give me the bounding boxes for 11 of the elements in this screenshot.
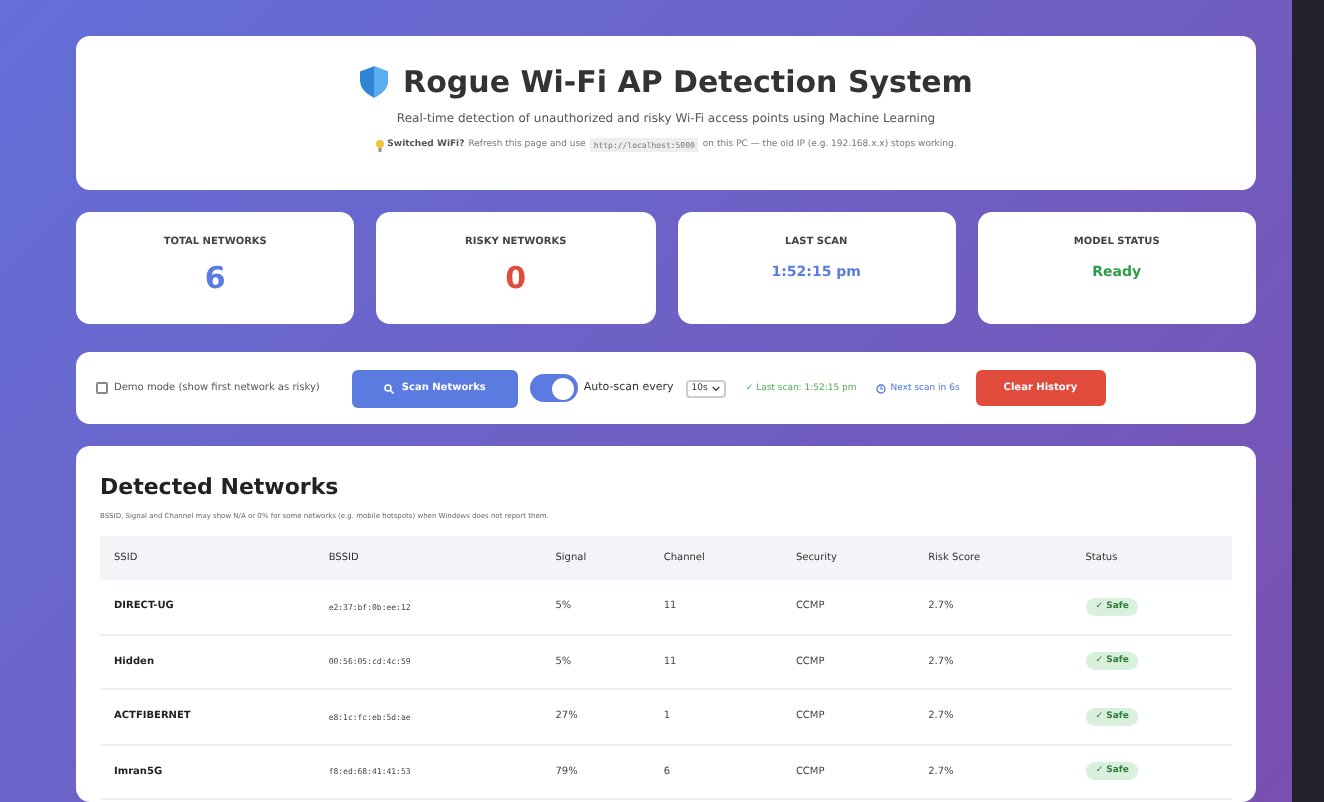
- shield-icon: [359, 66, 388, 98]
- demo-checkbox[interactable]: [96, 382, 108, 394]
- search-icon: [383, 383, 394, 393]
- stat-value: 6: [204, 260, 226, 296]
- auto-scan-toggle[interactable]: [529, 374, 578, 402]
- stat-value: 0: [505, 260, 527, 296]
- app-title: Rogue Wi-Fi AP Detection System: [403, 64, 973, 100]
- clock-icon: [876, 383, 887, 393]
- lightbulb-icon: [375, 139, 384, 151]
- caret-icon: [711, 385, 720, 391]
- section-title: Detected Networks: [100, 474, 341, 500]
